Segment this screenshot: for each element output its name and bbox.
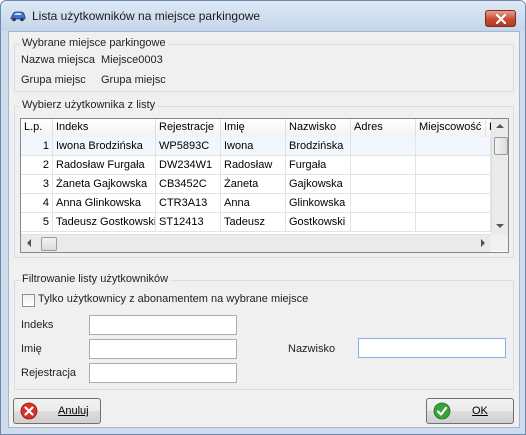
subscription-only-label[interactable]: Tylko użytkownicy z abonamentem na wybra…	[38, 293, 308, 305]
table-row[interactable]: 3 Żaneta Gajkowska CB3452C Żaneta Gajkow…	[21, 175, 491, 194]
column-header-surname[interactable]: Nazwisko	[286, 119, 351, 137]
place-group-label: Grupa miejsc	[21, 74, 86, 86]
cell-surname: Gajkowska	[286, 175, 351, 194]
horizontal-scrollbar[interactable]	[21, 234, 491, 252]
cell-lp: 3	[21, 175, 53, 194]
ok-button[interactable]: OK	[426, 398, 514, 424]
selected-place-group: Wybrane miejsce parkingowe	[14, 37, 514, 92]
cell-city	[416, 213, 491, 232]
cell-index: Iwona Brodzińska	[53, 137, 156, 156]
selected-place-title: Wybrane miejsce parkingowe	[20, 37, 168, 49]
cell-registration: DW234W1	[156, 156, 221, 175]
cell-index: Żaneta Gajkowska	[53, 175, 156, 194]
cell-first-name: Iwona	[221, 137, 286, 156]
subscription-only-checkbox[interactable]	[22, 294, 35, 307]
filter-title: Filtrowanie listy użytkowników	[20, 273, 171, 285]
registration-label: Rejestracja	[21, 367, 77, 379]
first-name-input[interactable]	[89, 339, 237, 359]
close-icon	[495, 14, 507, 24]
cell-first-name: Żaneta	[221, 175, 286, 194]
place-group-value: Grupa miejsc	[101, 74, 166, 86]
horizontal-scroll-thumb[interactable]	[41, 237, 57, 251]
cell-first-name: Radosław	[221, 156, 286, 175]
index-label: Indeks	[21, 319, 54, 331]
app-window: Lista użytkowników na miejsce parkingowe…	[0, 0, 526, 435]
table-row[interactable]: 2 Radosław Furgała DW234W1 Radosław Furg…	[21, 156, 491, 175]
cell-registration: CB3452C	[156, 175, 221, 194]
table-row[interactable]: 4 Anna Glinkowska CTR3A13 Anna Glinkowsk…	[21, 194, 491, 213]
column-header-city[interactable]: Miejscowość	[416, 119, 486, 137]
ok-check-icon	[433, 402, 451, 420]
cell-address	[351, 137, 416, 156]
title-bar[interactable]: Lista użytkowników na miejsce parkingowe	[1, 1, 525, 31]
column-header-first-name[interactable]: Imię	[221, 119, 286, 137]
cell-registration: CTR3A13	[156, 194, 221, 213]
cell-lp: 4	[21, 194, 53, 213]
window-title: Lista użytkowników na miejsce parkingowe	[32, 9, 261, 23]
cancel-button[interactable]: Anuluj	[13, 398, 101, 424]
car-icon	[9, 9, 27, 23]
cell-first-name: Tadeusz	[221, 213, 286, 232]
scroll-left-icon[interactable]	[27, 239, 31, 247]
close-button[interactable]	[485, 10, 516, 27]
cell-lp: 1	[21, 137, 53, 156]
index-input[interactable]	[89, 315, 237, 335]
vertical-scroll-thumb[interactable]	[494, 137, 508, 155]
cell-surname: Furgała	[286, 156, 351, 175]
surname-label: Nazwisko	[288, 343, 336, 355]
cell-surname: Gostkowski	[286, 213, 351, 232]
cell-registration: WP5893C	[156, 137, 221, 156]
scrollbar-corner	[491, 234, 508, 251]
cell-lp: 2	[21, 156, 53, 175]
cell-surname: Brodzińska	[286, 137, 351, 156]
table-row[interactable]: 5 Tadeusz Gostkowski ST12413 Tadeusz Gos…	[21, 213, 491, 232]
cell-address	[351, 194, 416, 213]
scroll-right-icon[interactable]	[481, 239, 485, 247]
column-header-index[interactable]: Indeks	[53, 119, 156, 137]
cell-registration: ST12413	[156, 213, 221, 232]
vertical-scrollbar[interactable]	[491, 119, 508, 234]
ok-button-label: OK	[472, 405, 488, 417]
cell-address	[351, 156, 416, 175]
place-name-value: Miejsce0003	[101, 54, 163, 66]
cell-city	[416, 137, 491, 156]
grid-header: L.p. Indeks Rejestracje Imię Nazwisko Ad…	[21, 119, 508, 138]
cell-index: Radosław Furgała	[53, 156, 156, 175]
cell-lp: 5	[21, 213, 53, 232]
column-header-address[interactable]: Adres	[351, 119, 416, 137]
cancel-icon	[20, 402, 38, 420]
scroll-down-icon[interactable]	[496, 224, 504, 228]
users-grid[interactable]: L.p. Indeks Rejestracje Imię Nazwisko Ad…	[20, 118, 509, 253]
cell-index: Tadeusz Gostkowski	[53, 213, 156, 232]
cell-city	[416, 156, 491, 175]
cell-address	[351, 213, 416, 232]
scroll-up-icon[interactable]	[496, 124, 504, 128]
registration-input[interactable]	[89, 363, 237, 383]
users-list-title: Wybierz użytkownika z listy	[20, 99, 158, 111]
cell-surname: Glinkowska	[286, 194, 351, 213]
first-name-label: Imię	[21, 343, 42, 355]
cell-address	[351, 175, 416, 194]
cell-city	[416, 194, 491, 213]
dialog-body: Wybrane miejsce parkingowe Nazwa miejsca…	[8, 31, 520, 428]
cell-first-name: Anna	[221, 194, 286, 213]
cancel-button-label: Anuluj	[58, 405, 89, 417]
surname-input[interactable]	[358, 338, 506, 358]
column-header-registrations[interactable]: Rejestracje	[156, 119, 221, 137]
table-row[interactable]: 1 Iwona Brodzińska WP5893C Iwona Brodziń…	[21, 137, 491, 156]
column-header-lp[interactable]: L.p.	[21, 119, 53, 137]
cell-index: Anna Glinkowska	[53, 194, 156, 213]
cell-city	[416, 175, 491, 194]
place-name-label: Nazwa miejsca	[21, 54, 95, 66]
